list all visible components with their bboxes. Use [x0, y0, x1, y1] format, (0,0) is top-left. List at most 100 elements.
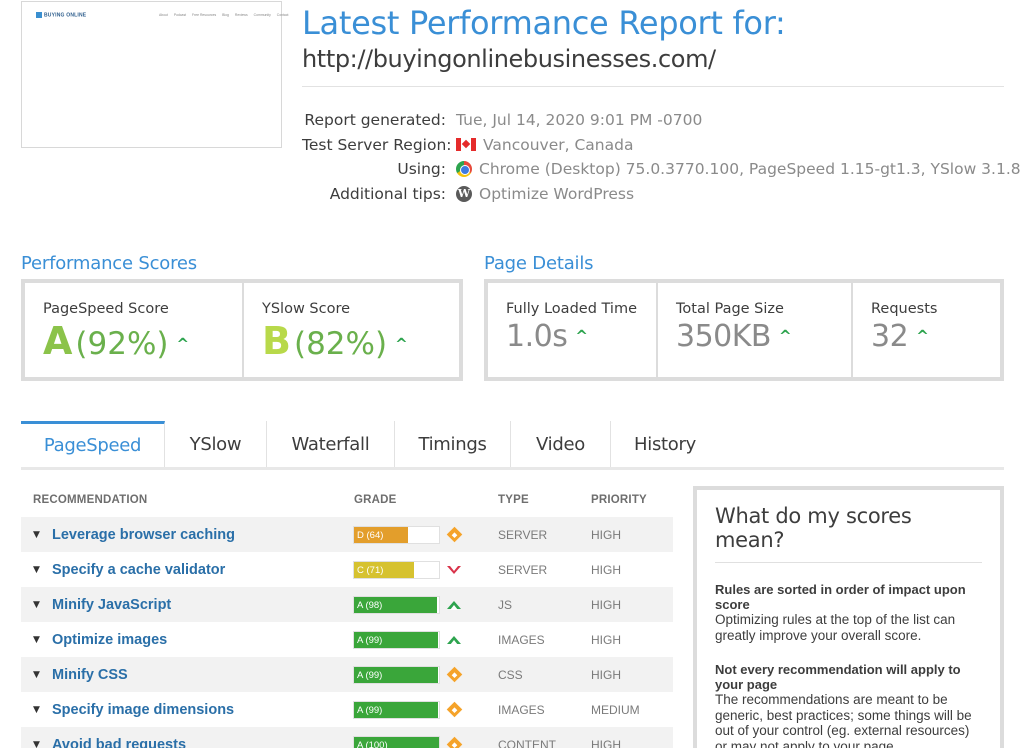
- tab-video[interactable]: Video: [511, 421, 611, 467]
- trend-neutral-icon-shape: [446, 666, 462, 683]
- recommendation-priority: HIGH: [591, 562, 621, 577]
- grade-bar: C (71): [353, 560, 440, 579]
- recommendation-toggle[interactable]: ▼ Specify image dimensions: [21, 702, 234, 718]
- recommendation-toggle[interactable]: ▼ Specify a cache validator: [21, 562, 225, 578]
- chrome-icon: [456, 161, 472, 178]
- trend-neutral-icon: [445, 666, 463, 684]
- grade-bar-fill: A (100): [354, 736, 439, 748]
- column-header-type[interactable]: TYPE: [498, 494, 529, 506]
- recommendation-type: IMAGES: [498, 632, 545, 647]
- tab-timings[interactable]: Timings: [395, 421, 511, 467]
- page-size-card: Total Page Size 350KB ^: [658, 283, 853, 377]
- tab-yslow[interactable]: YSlow: [165, 421, 267, 467]
- pagespeed-grade: A: [43, 319, 73, 363]
- meta-row-generated: Report generated: Tue, Jul 14, 2020 9:01…: [302, 108, 1021, 133]
- table-row[interactable]: ▼ Avoid bad requests A (100) CONTENT HIGH: [21, 727, 673, 748]
- trend-up-icon-shape: [447, 600, 461, 610]
- table-row[interactable]: ▼ Minify CSS A (99) CSS HIGH: [21, 657, 673, 692]
- divider: [302, 86, 1004, 87]
- pagespeed-percent: (92%): [75, 326, 169, 362]
- performance-scores-panel: PageSpeed Score A (92%) ^ YSlow Score B …: [21, 279, 463, 381]
- meta-row-using: Using: Chrome (Desktop) 75.0.3770.100, P…: [302, 157, 1020, 182]
- pagespeed-score-label: PageSpeed Score: [43, 301, 169, 317]
- recommendation-name: Specify a cache validator: [52, 561, 226, 578]
- recommendation-toggle[interactable]: ▼ Minify CSS: [21, 667, 128, 683]
- thumbnail-nav-item: Podcast: [173, 13, 187, 17]
- tab-pagespeed[interactable]: PageSpeed: [21, 421, 165, 467]
- optimize-wordpress-link[interactable]: Optimize WordPress: [479, 185, 634, 203]
- grade-bar-fill: A (98): [354, 596, 438, 613]
- grade-bar-fill: A (99): [354, 631, 439, 648]
- recommendation-name: Specify image dimensions: [52, 701, 235, 718]
- table-row[interactable]: ▼ Specify image dimensions A (99) IMAGES MED…: [21, 692, 673, 727]
- trend-down-icon-shape: [447, 565, 461, 574]
- grade-bar-fill: A (99): [354, 666, 439, 683]
- chevron-up-icon: ^: [916, 327, 929, 345]
- trend-neutral-icon-shape: [446, 526, 462, 543]
- trend-up-icon: [445, 631, 463, 649]
- report-url[interactable]: http://buyingonlinebusinesses.com/: [302, 45, 716, 73]
- thumbnail-nav: About Podcast Free Resources Blog Review…: [159, 13, 293, 17]
- using-label: Using:: [397, 160, 446, 179]
- table-row[interactable]: ▼ Minify JavaScript A (98) JS HIGH: [21, 587, 673, 622]
- yslow-score-label: YSlow Score: [262, 301, 351, 317]
- thumbnail-logo: BUYING ONLINE: [36, 12, 86, 18]
- region-value: Vancouver, Canada: [483, 135, 634, 154]
- grade-bar: D (64): [353, 525, 440, 544]
- recommendation-name: Minify JavaScript: [52, 596, 172, 613]
- region-label: Test Server Region:: [302, 135, 452, 154]
- wordpress-icon: W: [456, 185, 472, 202]
- recommendation-type: SERVER: [498, 527, 548, 542]
- fully-loaded-card: Fully Loaded Time 1.0s ^: [488, 283, 658, 377]
- table-row[interactable]: ▼ Specify a cache validator C (71) SERVER HI…: [21, 552, 673, 587]
- chevron-up-icon: ^: [575, 327, 588, 345]
- requests-label: Requests: [871, 301, 938, 317]
- scores-explanation-title: What do my scores mean?: [715, 504, 982, 563]
- grade-bar-fill: A (99): [354, 701, 439, 718]
- requests-value: 32: [871, 319, 909, 354]
- expand-triangle-icon: ▼: [33, 634, 40, 645]
- fully-loaded-value: 1.0s: [506, 319, 568, 354]
- grade-bar: A (100): [353, 735, 440, 748]
- report-meta: Report generated: Tue, Jul 14, 2020 9:01…: [302, 108, 1021, 206]
- recommendation-toggle[interactable]: ▼ Minify JavaScript: [21, 597, 171, 613]
- table-row[interactable]: ▼ Leverage browser caching D (64) SERVER HIG…: [21, 517, 673, 552]
- report-generated-value: Tue, Jul 14, 2020 9:01 PM -0700: [456, 111, 703, 130]
- grade-bar-fill: C (71): [354, 561, 415, 578]
- tab-waterfall[interactable]: Waterfall: [267, 421, 395, 467]
- recommendation-toggle[interactable]: ▼ Optimize images: [21, 632, 167, 648]
- report-tabs: PageSpeed YSlow Waterfall Timings Video …: [21, 421, 1004, 470]
- report-generated-label: Report generated:: [304, 111, 446, 130]
- table-row[interactable]: ▼ Optimize images A (99) IMAGES HIGH: [21, 622, 673, 657]
- recommendation-toggle[interactable]: ▼ Avoid bad requests: [21, 737, 186, 748]
- thumbnail-nav-item: Free Resources: [192, 13, 217, 17]
- recommendation-toggle[interactable]: ▼ Leverage browser caching: [21, 527, 235, 543]
- recommendation-priority: HIGH: [591, 597, 621, 612]
- fully-loaded-label: Fully Loaded Time: [506, 301, 637, 317]
- grade-bar: A (99): [353, 630, 440, 649]
- chevron-up-icon: ^: [395, 335, 408, 353]
- column-header-grade[interactable]: GRADE: [354, 494, 397, 506]
- recommendation-name: Minify CSS: [52, 666, 128, 683]
- thumbnail-nav-item: Blog: [222, 13, 229, 17]
- meta-row-tips: Additional tips: W Optimize WordPress: [302, 182, 1021, 207]
- column-header-priority[interactable]: PRIORITY: [591, 494, 647, 506]
- canada-flag-icon: [456, 138, 476, 152]
- tab-history[interactable]: History: [611, 421, 719, 467]
- recommendation-priority: HIGH: [591, 667, 621, 682]
- page-size-value: 350KB: [676, 319, 772, 354]
- column-header-recommendation[interactable]: RECOMMENDATION: [33, 494, 147, 506]
- site-screenshot-thumbnail[interactable]: BUYING ONLINE About Podcast Free Resourc…: [21, 1, 288, 148]
- recommendation-priority: MEDIUM: [591, 702, 640, 717]
- expand-triangle-icon: ▼: [33, 529, 40, 540]
- pagespeed-score-card: PageSpeed Score A (92%) ^: [25, 283, 244, 377]
- recommendation-priority: HIGH: [591, 527, 621, 542]
- tips-label: Additional tips:: [329, 184, 446, 203]
- thumbnail-nav-item: Community: [253, 13, 271, 17]
- requests-card: Requests 32 ^: [853, 283, 1000, 377]
- trend-neutral-icon-shape: [446, 701, 462, 718]
- performance-scores-title: Performance Scores: [21, 253, 197, 274]
- expand-triangle-icon: ▼: [33, 704, 40, 715]
- grade-bar-fill: D (64): [354, 526, 409, 543]
- chevron-up-icon: ^: [176, 335, 190, 353]
